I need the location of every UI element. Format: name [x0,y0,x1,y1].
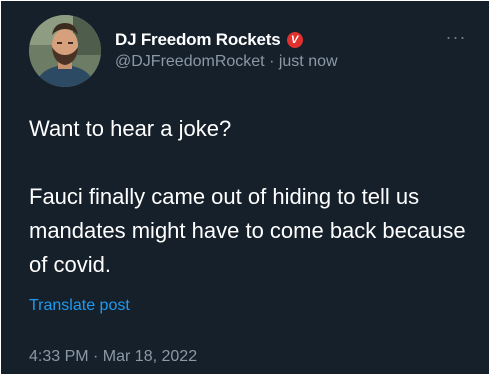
meta-separator: · [264,53,279,70]
tweet-text: Want to hear a joke? Fauci finally came … [29,116,466,277]
more-options-button[interactable]: ··· [443,27,469,47]
verified-badge-icon: V [286,32,303,48]
tweet-card: DJ Freedom Rockets V @DJFreedomRocket · … [1,1,489,374]
more-horizontal-icon: ··· [445,26,467,47]
author-name-row[interactable]: DJ Freedom Rockets V [115,29,303,51]
author-display-name[interactable]: DJ Freedom Rockets [115,30,281,50]
tweet-timestamp[interactable]: 4:33 PM · Mar 18, 2022 [29,348,197,366]
author-handle[interactable]: @DJFreedomRocket [115,53,265,71]
avatar[interactable] [29,15,101,87]
translate-post-link[interactable]: Translate post [29,297,130,315]
relative-time[interactable]: just now [279,53,338,71]
avatar-photo-icon [29,15,101,87]
author-meta: @DJFreedomRocket · just now [115,53,338,71]
